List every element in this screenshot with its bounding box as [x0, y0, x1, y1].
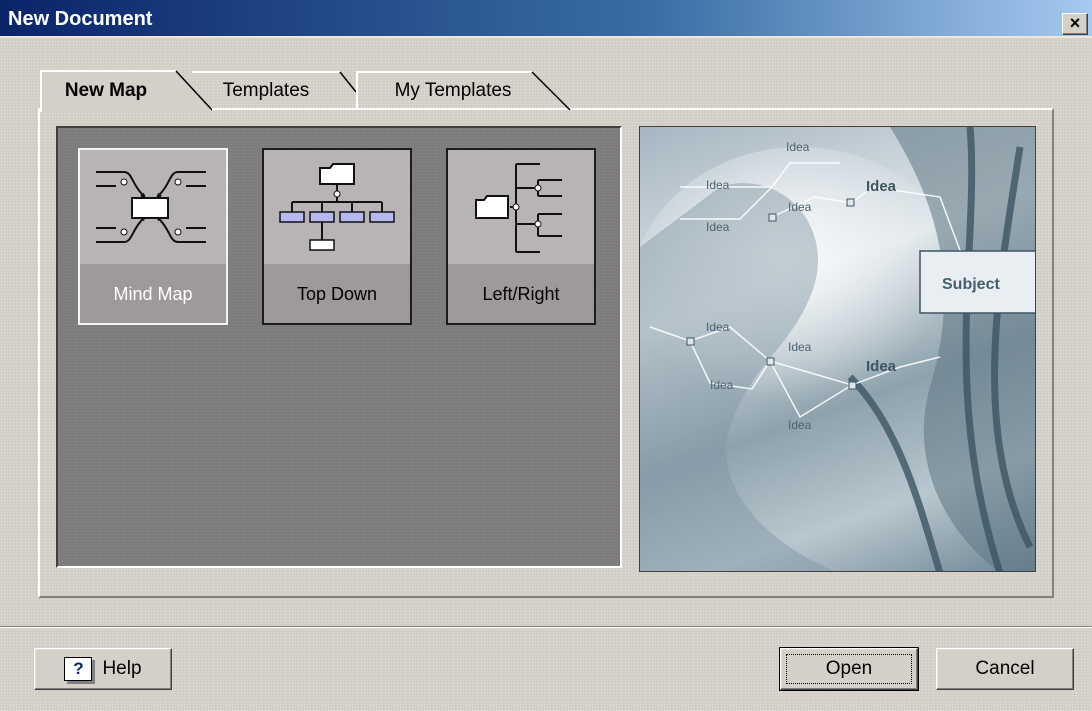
cancel-button[interactable]: Cancel [936, 648, 1074, 690]
preview-subject-label: Subject [942, 276, 1000, 293]
open-button[interactable]: Open [779, 647, 919, 691]
separator [0, 626, 1092, 628]
template-tile-top-down[interactable]: Top Down [262, 148, 412, 325]
tile-icon-area [448, 150, 594, 264]
mind-map-icon [96, 171, 206, 243]
idea-node-label: Idea [706, 178, 730, 192]
idea-node-label: Idea [788, 200, 812, 214]
left-right-icon [475, 163, 562, 253]
tab-label: Templates [222, 80, 310, 101]
tab-label: New Map [64, 80, 148, 101]
tile-label: Mind Map [113, 283, 193, 304]
preview-artwork: Idea Idea Idea Idea Idea Idea Idea Idea … [640, 127, 1035, 571]
help-icon: ? [64, 657, 93, 681]
idea-node-label: Idea [866, 178, 897, 195]
help-icon-glyph: ? [73, 659, 84, 678]
tab-templates[interactable]: Templates [188, 70, 358, 112]
idea-node-label: Idea [788, 418, 812, 432]
tile-label: Left/Right [482, 283, 560, 304]
top-down-icon [279, 163, 395, 251]
idea-node-label: Idea [786, 140, 810, 154]
focus-ring [786, 654, 912, 684]
cancel-button-label: Cancel [975, 658, 1035, 679]
tab-my-templates[interactable]: My Templates [356, 70, 572, 112]
help-button-label: Help [102, 658, 142, 679]
help-button[interactable]: ? Help [34, 648, 172, 690]
tile-label: Top Down [296, 283, 378, 304]
idea-node-label: Idea [706, 220, 730, 234]
close-icon: × [1069, 13, 1081, 33]
close-button[interactable]: × [1062, 13, 1088, 35]
idea-node-label: Idea [866, 358, 897, 375]
idea-node-label: Idea [706, 320, 730, 334]
title-bar: New Document × [0, 0, 1092, 38]
tab-label: My Templates [394, 80, 512, 101]
template-preview: Idea Idea Idea Idea Idea Idea Idea Idea … [639, 126, 1036, 572]
template-tile-mind-map[interactable]: Mind Map [78, 148, 228, 325]
tab-new-map[interactable]: New Map [40, 70, 212, 112]
template-tile-left-right[interactable]: Left/Right [446, 148, 596, 325]
window-title: New Document [8, 8, 153, 30]
tile-icon-area [80, 150, 226, 264]
idea-node-label: Idea [788, 340, 812, 354]
idea-node-label: Idea [710, 378, 734, 392]
tile-icon-area [264, 150, 410, 264]
